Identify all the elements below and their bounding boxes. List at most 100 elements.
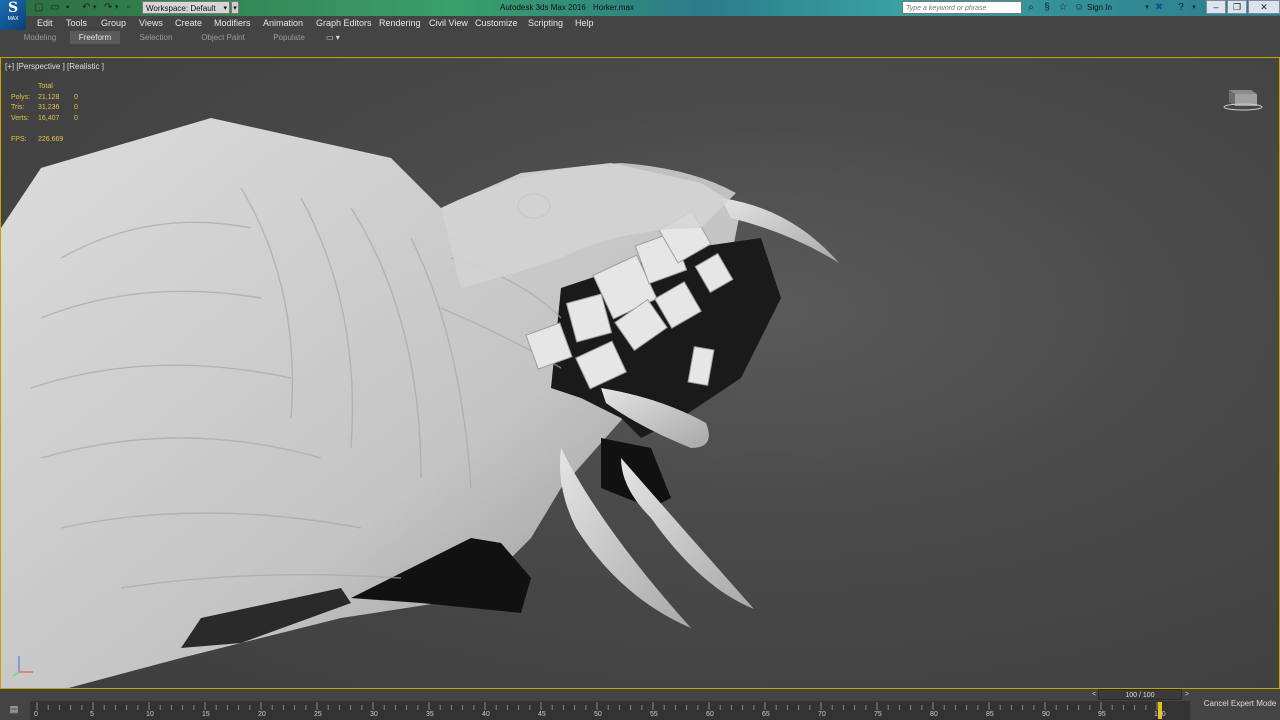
stats-selected: 0 <box>74 104 78 111</box>
menu-help[interactable]: Help <box>575 17 594 30</box>
tick-label: 90 <box>1042 711 1050 718</box>
file-title: Horker.max <box>593 3 634 12</box>
undo-dropdown-icon[interactable]: ▾ <box>93 2 97 14</box>
perspective-viewport[interactable]: [+] [Perspective ] [Realistic ] Total Po… <box>0 57 1280 689</box>
app-menu-button[interactable]: S MAX <box>0 0 26 30</box>
viewport-label[interactable]: [+] [Perspective ] [Realistic ] <box>5 62 104 71</box>
tab-selection[interactable]: Selection <box>132 31 180 44</box>
tick-label: 35 <box>426 711 434 718</box>
axis-z-label: z <box>17 651 20 657</box>
horker-model <box>1 118 839 688</box>
menu-customize[interactable]: Customize <box>475 17 518 30</box>
track-view-toggle-icon[interactable]: ▤ <box>6 703 22 715</box>
tick-label: 80 <box>930 711 938 718</box>
stats-label: Verts: <box>11 114 29 122</box>
menu-rendering[interactable]: Rendering <box>379 17 421 30</box>
signin-dropdown-icon[interactable]: ▾ <box>1141 2 1153 14</box>
tick-label: 15 <box>202 711 210 718</box>
menu-scripting[interactable]: Scripting <box>528 17 563 30</box>
binoculars-icon[interactable]: ⌕ <box>1025 2 1037 14</box>
stats-label: Tris: <box>11 104 25 111</box>
stats-header: Total <box>38 83 53 90</box>
tick-label: 45 <box>538 711 546 718</box>
menu-animation[interactable]: Animation <box>263 17 303 30</box>
search-input[interactable]: Type a keyword or phrase <box>902 1 1022 14</box>
stats-total: 16,407 <box>38 114 60 122</box>
ribbon-panel-collapsed <box>0 45 1280 57</box>
tick-label: 75 <box>874 711 882 718</box>
save-icon[interactable]: ▪ <box>66 2 70 14</box>
viewcube-icon[interactable] <box>1223 82 1263 112</box>
app-logo-icon: S <box>7 0 19 16</box>
tick-label: 50 <box>594 711 602 718</box>
redo-icon[interactable]: ↷ <box>104 2 112 14</box>
tick-label: 10 <box>146 711 154 718</box>
ribbon-options-button[interactable]: ▭ ▾ <box>326 31 340 44</box>
tick-label: 0 <box>34 711 38 718</box>
tick-label: 5 <box>90 711 94 718</box>
time-next-button[interactable]: > <box>1183 689 1191 700</box>
tick-label: 60 <box>706 711 714 718</box>
app-title: Autodesk 3ds Max 2016 <box>500 3 586 12</box>
stats-selected: 0 <box>74 114 78 122</box>
title-bar: S MAX ▢ ▭ ▪ ↶ ▾ ↷ ▾ ▫ Workspace: Default… <box>0 0 1280 30</box>
stats-total: 21,128 <box>38 93 60 101</box>
tab-modeling[interactable]: Modeling <box>18 31 62 44</box>
workspace-dropdown[interactable]: Workspace: Default ▾ <box>142 1 230 14</box>
menu-bar: Edit Tools Group Views Create Modifiers … <box>26 16 1280 31</box>
axis-x-label: x <box>33 672 36 678</box>
ribbon-tabs: Modeling Freeform Selection Object Paint… <box>0 31 1280 45</box>
time-bar: < 100 / 100 > ▤ 0 5 10 15 20 25 30 35 40 45 50 55 60… <box>0 689 1280 720</box>
user-icon[interactable]: ☺ <box>1073 2 1085 14</box>
redo-dropdown-icon[interactable]: ▾ <box>115 2 119 14</box>
undo-icon[interactable]: ↶ <box>82 2 90 14</box>
minimize-button[interactable]: – <box>1206 0 1226 14</box>
stats-total: 31,236 <box>38 104 60 111</box>
tick-label: 40 <box>482 711 490 718</box>
tab-object-paint[interactable]: Object Paint <box>194 31 252 44</box>
close-button[interactable]: ✕ <box>1248 0 1280 14</box>
stats-label: Polys: <box>11 93 31 101</box>
sign-in-button[interactable]: Sign In <box>1087 2 1112 14</box>
new-file-icon[interactable]: ▢ <box>34 2 43 14</box>
project-folder-icon[interactable]: ▫ <box>127 2 131 14</box>
tick-label: 25 <box>314 711 322 718</box>
chevron-down-icon: ▾ <box>223 5 227 12</box>
tick-label: 65 <box>762 711 770 718</box>
cancel-expert-mode-button[interactable]: Cancel Expert Mode <box>1200 697 1280 711</box>
exchange-icon[interactable]: ✖ <box>1153 2 1165 14</box>
open-file-icon[interactable]: ▭ <box>50 2 59 14</box>
favorites-star-icon[interactable]: ☆ <box>1057 2 1069 14</box>
restore-button[interactable]: ❐ <box>1227 0 1247 14</box>
time-prev-button[interactable]: < <box>1090 689 1098 700</box>
stats-selected: 0 <box>74 93 78 101</box>
tick-label: 70 <box>818 711 826 718</box>
track-bar[interactable]: 0 5 10 15 20 25 30 35 40 45 50 55 60 65 70 75 80 85 90 95 10… <box>30 701 1190 720</box>
menu-edit[interactable]: Edit <box>37 17 53 30</box>
fps-value: 226.669 <box>38 135 64 143</box>
quick-access-dropdown[interactable]: ▾ <box>231 1 239 14</box>
menu-modifiers[interactable]: Modifiers <box>214 17 251 30</box>
tab-populate[interactable]: Populate <box>266 31 312 44</box>
menu-create[interactable]: Create <box>175 17 202 30</box>
fps-label: FPS: <box>11 135 27 143</box>
menu-views[interactable]: Views <box>139 17 163 30</box>
tick-label: 95 <box>1098 711 1106 718</box>
tick-label: 20 <box>258 711 266 718</box>
tab-freeform[interactable]: Freeform <box>70 31 120 44</box>
subscription-icon[interactable]: § <box>1041 2 1053 14</box>
workspace-label: Workspace: Default <box>146 4 216 13</box>
axis-tripod-icon: z x y <box>12 651 36 678</box>
time-slider[interactable]: 100 / 100 <box>1098 689 1182 700</box>
menu-group[interactable]: Group <box>101 17 126 30</box>
help-icon[interactable]: ? <box>1175 2 1187 14</box>
tick-label: 85 <box>986 711 994 718</box>
menu-civil-view[interactable]: Civil View <box>429 17 468 30</box>
tick-label: 30 <box>370 711 378 718</box>
help-dropdown-icon[interactable]: ▾ <box>1188 2 1200 14</box>
menu-graph-editors[interactable]: Graph Editors <box>316 17 372 30</box>
menu-tools[interactable]: Tools <box>66 17 87 30</box>
tick-label: 55 <box>650 711 658 718</box>
axis-y-label: y <box>22 674 25 678</box>
tick-label: 100 <box>1154 711 1166 718</box>
